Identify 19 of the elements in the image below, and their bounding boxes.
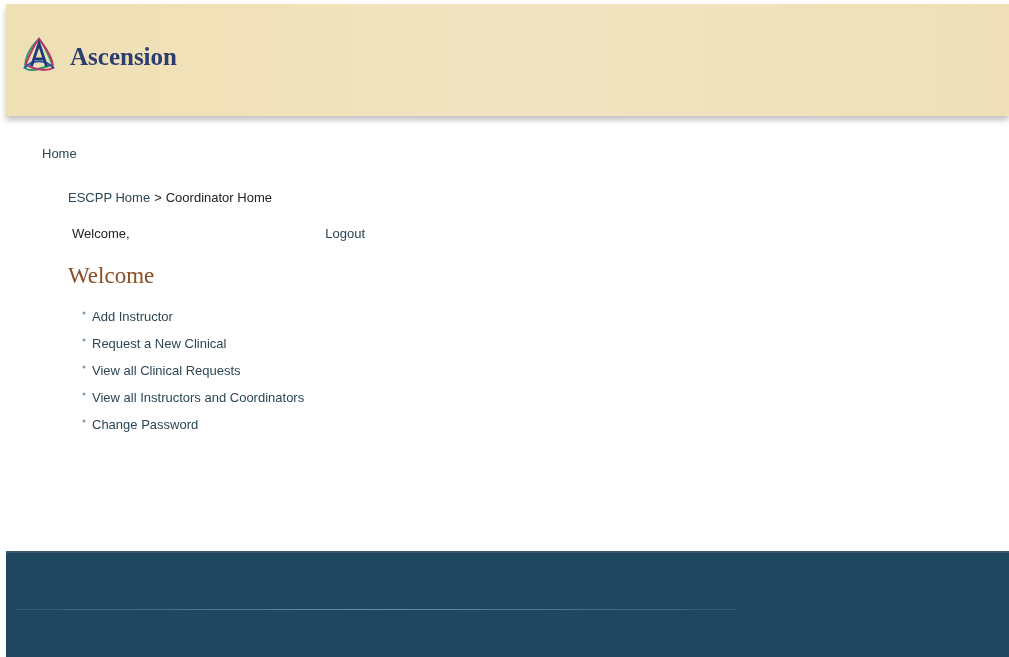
menu-link[interactable]: Change Password (92, 416, 199, 432)
bullet-icon (82, 338, 86, 342)
logout-link[interactable]: Logout (325, 226, 365, 241)
menu-link[interactable]: View all Instructors and Coordinators (92, 389, 305, 405)
menu-link[interactable]: Add Instructor (92, 308, 173, 324)
nav-link[interactable]: Home (42, 146, 77, 161)
bullet-icon (82, 311, 86, 315)
breadcrumb-link[interactable]: ESCPP Home (68, 190, 151, 210)
menu-link[interactable]: View all Clinical Requests (92, 362, 241, 378)
bullet-icon (82, 392, 86, 396)
page-heading: Welcome (68, 263, 156, 289)
bullet-icon (82, 365, 86, 369)
bullet-icon (82, 419, 86, 423)
logo-icon (20, 36, 58, 74)
breadcrumb-separator: > (154, 190, 162, 207)
breadcrumb-current: Coordinator Home (165, 190, 272, 207)
welcome-text: Welcome, (72, 226, 130, 241)
brand-name: Ascension (70, 43, 177, 71)
menu-link[interactable]: Request a New Clinical (92, 335, 227, 351)
